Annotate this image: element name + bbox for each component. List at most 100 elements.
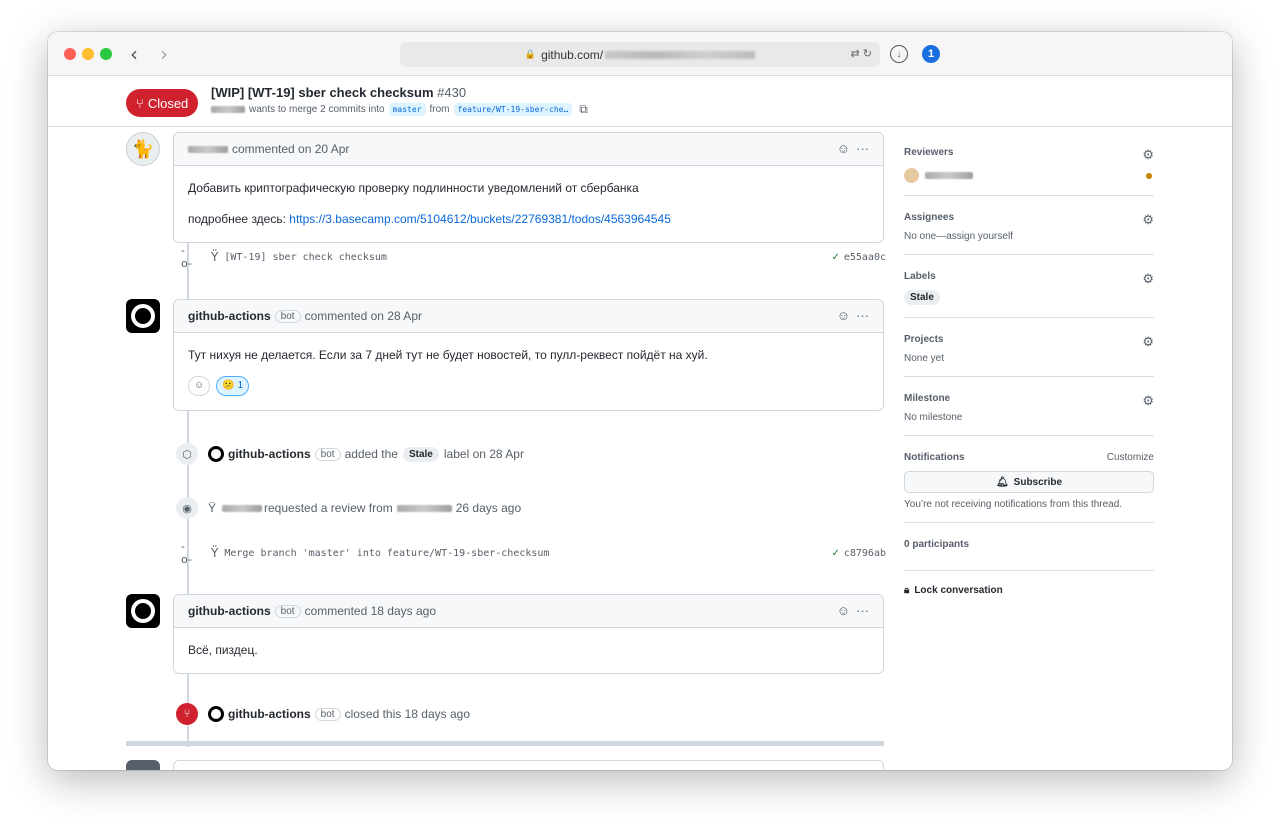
bot-tag: bot xyxy=(314,707,341,721)
gear-icon[interactable]: ⚙ xyxy=(1142,334,1154,350)
notifications-note: You’re not receiving notifications from … xyxy=(904,499,1123,510)
timeline-end-divider xyxy=(126,741,884,746)
sidebar-milestone: Milestone ⚙ No milestone xyxy=(904,377,1154,436)
event-text: label on 28 Apr xyxy=(443,447,524,461)
comment-body: Добавить криптографическую проверку подл… xyxy=(174,166,883,242)
pr-from-text: from xyxy=(429,104,450,115)
reaction-button[interactable]: 😕 1 xyxy=(216,375,250,396)
lock-label: Lock conversation xyxy=(914,585,1003,596)
pending-review-dot xyxy=(1146,172,1152,179)
comment-text: подробнее здесь: https://3.basecamp.com/… xyxy=(188,211,869,228)
gear-icon[interactable]: ⚙ xyxy=(1142,212,1154,228)
basecamp-link[interactable]: https://3.basecamp.com/5104612/buckets/2… xyxy=(289,212,671,226)
pr-sub-text: wants to merge 2 commits into xyxy=(249,104,385,115)
cat-avatar-icon: Ÿ xyxy=(211,546,219,560)
add-reaction-icon[interactable]: ☺ xyxy=(188,375,211,396)
sidebar-projects: Projects ⚙ None yet xyxy=(904,318,1154,377)
back-button[interactable]: ‹ xyxy=(130,42,138,66)
emoji-icon[interactable]: ☺ xyxy=(837,141,850,156)
commit-sha[interactable]: c8796ab xyxy=(844,548,886,559)
eye-icon: ◉ xyxy=(176,497,198,519)
gear-icon[interactable]: ⚙ xyxy=(1142,271,1154,287)
bot-tag: bot xyxy=(274,604,301,618)
event-text: 26 days ago xyxy=(455,501,522,515)
commit-icon: -o- xyxy=(181,244,192,270)
more-icon[interactable]: ··· xyxy=(856,141,869,156)
pr-subtitle: wants to merge 2 commits into master fro… xyxy=(211,102,588,117)
pr-number: #430 xyxy=(437,85,467,100)
commit-message[interactable]: Merge branch 'master' into feature/WT-19… xyxy=(224,548,549,559)
pr-title-text: [WIP] [WT-19] sber check checksum xyxy=(211,85,434,100)
comment: github-actions bot commented on 28 Apr ☺… xyxy=(173,299,884,411)
subscribe-button[interactable]: 🔔︎ Subscribe xyxy=(904,471,1154,493)
pr-closed-icon: ⑂ xyxy=(176,703,198,725)
github-logo-icon xyxy=(208,446,224,462)
avatar[interactable] xyxy=(126,299,160,333)
comment-author[interactable]: github-actions xyxy=(188,309,271,323)
comment: github-actions bot commented 18 days ago… xyxy=(173,594,884,674)
zoom-window-button[interactable] xyxy=(100,48,112,60)
comment-meta: commented 18 days ago xyxy=(304,604,436,618)
avatar xyxy=(126,760,160,770)
assign-yourself-link[interactable]: No one—assign yourself xyxy=(904,231,1154,242)
confused-emoji-icon: 😕 xyxy=(222,379,235,391)
address-bar[interactable]: 🔒 github.com/ ⇄ ↻ xyxy=(400,42,880,67)
avatar[interactable]: 🐈 xyxy=(126,132,160,166)
1password-icon[interactable]: 1 xyxy=(922,45,940,63)
comment-text: Тут нихуя не делается. Если за 7 дней ту… xyxy=(188,348,708,362)
head-branch[interactable]: feature/WT-19-sber-che… xyxy=(453,103,573,116)
comment-body: Тут нихуя не делается. Если за 7 дней ту… xyxy=(174,333,883,410)
browser-titlebar: ‹ › 🔒 github.com/ ⇄ ↻ ↓ 1 xyxy=(48,32,1232,76)
reviewer-redacted xyxy=(396,504,452,512)
stale-label[interactable]: Stale xyxy=(904,290,940,305)
stale-label[interactable]: Stale xyxy=(402,446,439,462)
participants-count: 0 participants xyxy=(904,539,970,550)
author-redacted xyxy=(222,504,263,512)
download-icon[interactable]: ↓ xyxy=(890,45,908,63)
translate-icon[interactable]: ⇄ xyxy=(851,48,860,60)
github-logo-icon xyxy=(131,304,155,328)
timeline-event-review: ◉ Ÿ requested a review from 26 days ago xyxy=(176,497,521,519)
event-text: closed this 18 days ago xyxy=(344,707,470,721)
cat-avatar-icon: Ÿ xyxy=(208,501,217,515)
more-icon[interactable]: ··· xyxy=(856,308,869,323)
bot-tag: bot xyxy=(274,309,301,323)
sidebar-title: Projects xyxy=(904,334,944,345)
comment-author[interactable]: github-actions xyxy=(188,604,271,618)
more-icon[interactable]: ··· xyxy=(856,603,869,618)
commit-message[interactable]: [WT-19] sber check checksum xyxy=(224,252,387,263)
browser-window: ‹ › 🔒 github.com/ ⇄ ↻ ↓ 1 ⑂ Closed [WIP]… xyxy=(48,32,1232,770)
reviewer-row[interactable] xyxy=(904,168,1154,183)
emoji-icon[interactable]: ☺ xyxy=(837,603,850,618)
lock-conversation-button[interactable]: 🔒︎ Lock conversation xyxy=(904,571,1154,596)
comment-actions: ☺ ··· xyxy=(837,308,869,323)
base-branch[interactable]: master xyxy=(388,103,426,116)
sidebar-title: Reviewers xyxy=(904,147,954,158)
commit-icon: -o- xyxy=(181,540,192,566)
comment-header: commented on 20 Apr ☺ ··· xyxy=(174,133,883,166)
new-comment-box[interactable] xyxy=(173,760,884,770)
close-window-button[interactable] xyxy=(64,48,76,60)
sidebar-value: None yet xyxy=(904,353,945,364)
reload-icon[interactable]: ↻ xyxy=(863,48,872,60)
pr-sidebar: Reviewers ⚙ Assignees ⚙ No one—assign yo… xyxy=(904,127,1154,596)
copy-icon[interactable]: ⧉ xyxy=(579,102,588,117)
emoji-icon[interactable]: ☺ xyxy=(837,308,850,323)
avatar[interactable] xyxy=(126,594,160,628)
lock-icon: 🔒 xyxy=(524,49,537,59)
commit-sha[interactable]: e55aa0c xyxy=(844,252,886,263)
gear-icon[interactable]: ⚙ xyxy=(1142,147,1154,163)
sidebar-title: Labels xyxy=(904,271,936,282)
event-author[interactable]: github-actions xyxy=(228,707,311,721)
event-author[interactable]: github-actions xyxy=(228,447,311,461)
minimize-window-button[interactable] xyxy=(82,48,94,60)
author-redacted xyxy=(211,106,245,113)
comment-text: Добавить криптографическую проверку подл… xyxy=(188,181,639,195)
gear-icon[interactable]: ⚙ xyxy=(1142,393,1154,409)
customize-link[interactable]: Customize xyxy=(1107,452,1154,463)
pr-closed-icon: ⑂ xyxy=(136,95,144,111)
sidebar-title: Milestone xyxy=(904,393,951,404)
sidebar-value: No milestone xyxy=(904,412,963,423)
forward-button[interactable]: › xyxy=(160,42,168,66)
bot-tag: bot xyxy=(314,447,341,461)
